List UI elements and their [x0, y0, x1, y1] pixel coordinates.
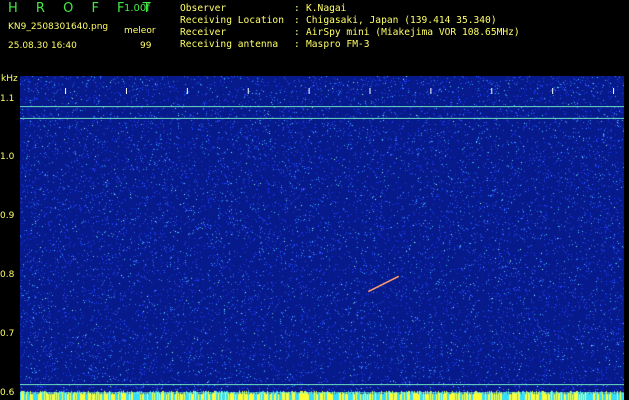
info-label: Receiving Location [180, 15, 284, 26]
info-value: K.Nagai [306, 3, 347, 14]
info-separator: : [294, 15, 300, 26]
info-separator: : [294, 3, 300, 14]
info-row-antenna: Receiving antenna: Maspro FM-3 [180, 39, 520, 51]
spectrogram-area [20, 76, 624, 400]
info-row-receiver: Receiver: AirSpy mini (Miakejima VOR 108.… [180, 27, 520, 39]
station-info: Observer: K.Nagai Receiving Location: Chig… [180, 3, 520, 51]
info-label: Receiving antenna [180, 39, 279, 50]
spectrogram-overlay [20, 88, 624, 394]
info-label: Receiver [180, 27, 227, 38]
info-value: Maspro FM-3 [306, 39, 370, 50]
header-panel: H R O F F T 1.00f KN9_2508301640.png mel… [0, 0, 629, 74]
info-row-observer: Observer: K.Nagai [180, 3, 520, 15]
count-value: 99 [140, 41, 152, 51]
info-label: Observer [180, 3, 227, 14]
info-separator: : [294, 27, 300, 38]
meteor-echo-trace [367, 275, 400, 293]
program-name: meleor [124, 26, 156, 36]
y-tick-label: 0.7 [0, 329, 15, 340]
info-row-location: Receiving Location: Chigasaki, Japan (139… [180, 15, 520, 27]
y-unit-label: kHz [1, 74, 18, 84]
file-name: KN9_2508301640.png [8, 22, 109, 32]
y-tick-label: 1.0 [0, 152, 15, 163]
y-tick-label: 0.6 [0, 388, 15, 399]
info-value: Chigasaki, Japan (139.414 35.340) [306, 15, 497, 26]
info-separator: : [294, 39, 300, 50]
y-tick-label: 0.9 [0, 211, 15, 222]
y-tick-label: 0.8 [0, 270, 15, 281]
info-value: AirSpy mini (Miakejima VOR 108.65MHz) [306, 27, 520, 38]
y-tick-label: 1.1 [0, 93, 15, 104]
date-time: 25.08.30 16:40 [8, 41, 77, 51]
version-label: 1.00f [124, 3, 150, 14]
